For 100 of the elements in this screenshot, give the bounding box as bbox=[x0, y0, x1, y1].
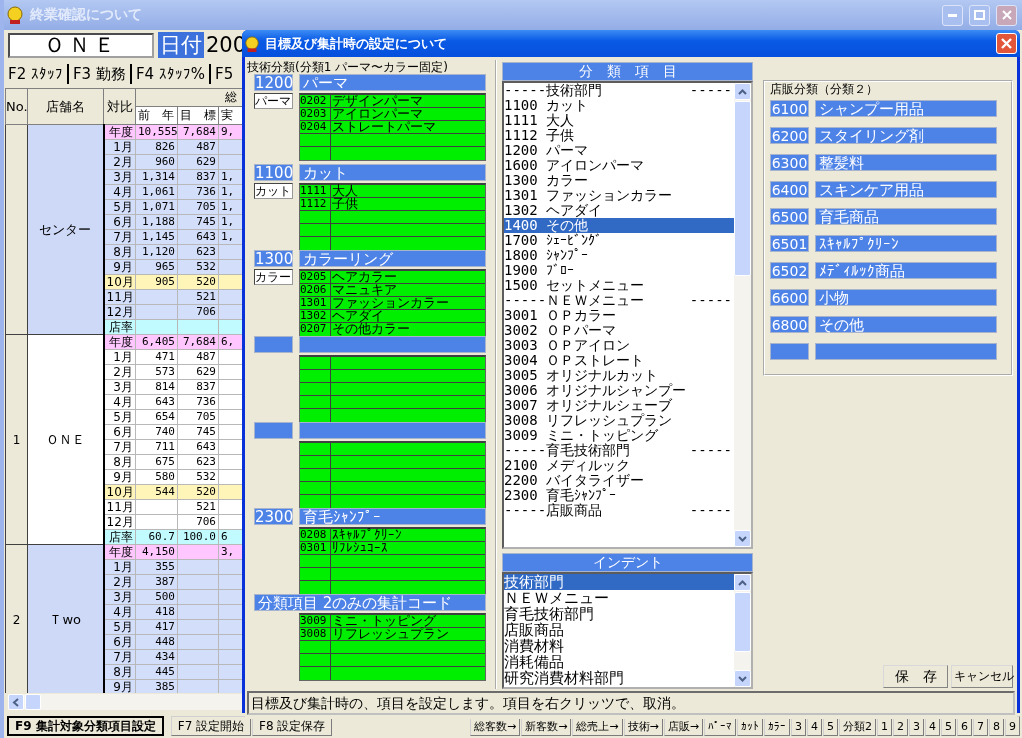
scroll-thumb[interactable] bbox=[734, 592, 751, 652]
list-item[interactable]: 1301 ファッションカラー bbox=[504, 188, 673, 203]
retail-code-field[interactable]: 6800 bbox=[770, 316, 809, 333]
window-title: 終業確認について bbox=[30, 6, 142, 24]
item-grid[interactable]: 0205 ヘアカラー 0206 マニュキア 1301 ファッションカラー 1302 ヘアダイ 0207 その他カラー bbox=[299, 269, 486, 337]
list-item[interactable]: 3009 ミニ・トッピング bbox=[504, 428, 659, 443]
indent-listbox[interactable]: 技術部門 ＮＥＷメニュー 育毛技術部門 店販商品 消費材料 消耗備品 研究消費材料部門 bbox=[502, 572, 753, 689]
retail-name-field[interactable]: シャンプー用品 bbox=[815, 100, 997, 117]
retail-name-field[interactable]: ｽｷｬﾙﾌﾟｸﾘｰﾝ bbox=[815, 235, 997, 252]
category-name-field[interactable]: カラーリング bbox=[299, 250, 486, 267]
list-item[interactable]: 3007 オリジナルシェーブ bbox=[504, 398, 673, 413]
close-button[interactable] bbox=[996, 4, 1017, 26]
list-item[interactable]: 店販商品 bbox=[504, 622, 564, 638]
function-button[interactable]: F7 設定開始 bbox=[170, 716, 252, 736]
retail-code-field[interactable]: 6501 bbox=[770, 235, 809, 252]
list-item[interactable]: 3005 オリジナルカット bbox=[504, 368, 659, 383]
item-code: 1112 bbox=[300, 198, 331, 210]
item-grid[interactable] bbox=[299, 355, 486, 423]
list-item[interactable]: 1700 ｼｪｰﾋﾞﾝｸﾞ bbox=[504, 233, 603, 248]
retail-code-field[interactable]: 6200 bbox=[770, 127, 809, 144]
item-name: マニュキア bbox=[331, 284, 397, 296]
category-name-field[interactable]: パーマ bbox=[299, 74, 486, 91]
retail-name-field[interactable]: スキンケア用品 bbox=[815, 181, 997, 198]
category-code-field[interactable] bbox=[254, 422, 293, 439]
panel-label: 技術分類(分類1 パーマ〜カラー固定) bbox=[247, 60, 449, 74]
list-item[interactable]: 研究消費材料部門 bbox=[504, 670, 624, 686]
item-grid[interactable]: 1111 大人 1112 子供 bbox=[299, 183, 486, 251]
list-item[interactable]: 1111 大人 bbox=[504, 113, 575, 128]
retail-code-field[interactable]: 6400 bbox=[770, 181, 809, 198]
list-item[interactable]: 1600 アイロンパーマ bbox=[504, 158, 645, 173]
list-item[interactable]: ＮＥＷメニュー bbox=[504, 590, 609, 606]
list-item[interactable]: 1302 ヘアダイ bbox=[504, 203, 603, 218]
list-item[interactable]: 3008 リフレッシュプラン bbox=[504, 413, 673, 428]
function-tab[interactable]: F5 bbox=[209, 64, 238, 84]
list-item[interactable]: 消費材料 bbox=[504, 638, 564, 654]
list-item[interactable]: 1500 セットメニュー bbox=[504, 278, 645, 293]
list-item[interactable]: 1112 子供 bbox=[504, 128, 575, 143]
list-item[interactable]: 2100 メディルック bbox=[504, 458, 631, 473]
category-code-field[interactable]: 1200 bbox=[254, 74, 293, 91]
retail-name-field[interactable]: ﾒﾃﾞｨﾙｯｸ商品 bbox=[815, 262, 997, 279]
list-item[interactable]: 1800 ｼｬﾝﾌﾟｰ bbox=[504, 248, 589, 263]
category-code-field[interactable] bbox=[254, 336, 293, 353]
retail-name-field[interactable]: 整髪料 bbox=[815, 154, 997, 171]
category-code-field[interactable]: 1100 bbox=[254, 164, 293, 181]
retail-name-field[interactable]: スタイリング剤 bbox=[815, 127, 997, 144]
retail-name-field[interactable] bbox=[815, 343, 997, 360]
store-field[interactable]: ＯＮＥ bbox=[8, 32, 154, 58]
list-item[interactable]: 消耗備品 bbox=[504, 654, 564, 670]
list-item[interactable]: 1300 カラー bbox=[504, 173, 589, 188]
list-item[interactable]: 2300 育毛ｼｬﾝﾌﾟｰ bbox=[504, 488, 617, 503]
item-name: ﾘﾌﾚｼｭｺｰｽ bbox=[331, 542, 388, 554]
retail-code-field[interactable]: 6600 bbox=[770, 289, 809, 306]
list-item[interactable]: 育毛技術部門 bbox=[504, 606, 594, 622]
category-name-field[interactable]: カット bbox=[299, 164, 486, 181]
row-number: 2 bbox=[5, 544, 28, 693]
dialog-button[interactable]: 保 存 bbox=[883, 665, 948, 688]
item-grid[interactable]: 3009 ミニ・トッピング 3008 リフレッシュプラン bbox=[299, 613, 486, 681]
scroll-thumb[interactable] bbox=[734, 101, 751, 276]
list-item[interactable]: 3006 オリジナルシャンプー bbox=[504, 383, 687, 398]
vertical-scrollbar[interactable] bbox=[734, 83, 751, 547]
list-item[interactable]: 3004 ＯＰストレート bbox=[504, 353, 645, 368]
list-item[interactable]: 3001 ＯＰカラー bbox=[504, 308, 617, 323]
list-item[interactable]: 1100 カット bbox=[504, 98, 589, 113]
retail-name-field[interactable]: その他 bbox=[815, 316, 997, 333]
item-code: 1111 bbox=[300, 185, 331, 197]
item-grid[interactable]: 0202 デザインパーマ 0203 アイロンパーマ 0204 ストレートパーマ bbox=[299, 93, 486, 161]
dialog-button[interactable]: キャンセル bbox=[951, 665, 1013, 688]
dialog-title: 目標及び集計時の設定について bbox=[265, 34, 447, 53]
category-code-field[interactable]: 2300 bbox=[254, 508, 293, 525]
retail-code-field[interactable] bbox=[770, 343, 809, 360]
horizontal-scrollbar[interactable] bbox=[8, 694, 244, 710]
category-code-field[interactable]: 1300 bbox=[254, 250, 293, 267]
list-item[interactable]: 3002 ＯＰパーマ bbox=[504, 323, 617, 338]
retail-code-field[interactable]: 6100 bbox=[770, 100, 809, 117]
retail-name-field[interactable]: 小物 bbox=[815, 289, 997, 306]
item-grid[interactable]: 0208 ｽｷｬﾙﾌﾟｸﾘｰﾝ 0301 ﾘﾌﾚｼｭｺｰｽ bbox=[299, 527, 486, 595]
retail-code-field[interactable]: 6502 bbox=[770, 262, 809, 279]
category-name-field[interactable] bbox=[299, 336, 486, 353]
category-listbox[interactable] bbox=[502, 81, 753, 549]
function-tab[interactable]: F3 勤務 bbox=[66, 64, 130, 84]
category-name-field[interactable] bbox=[299, 422, 486, 439]
list-item[interactable]: 2200 バイタライザー bbox=[504, 473, 645, 488]
retail-code-field[interactable]: 6500 bbox=[770, 208, 809, 225]
retail-name-field[interactable]: 育毛商品 bbox=[815, 208, 997, 225]
scroll-thumb[interactable] bbox=[25, 694, 41, 710]
list-header: インデント bbox=[502, 553, 753, 572]
vertical-scrollbar[interactable] bbox=[734, 574, 751, 687]
list-item[interactable]: 1200 パーマ bbox=[504, 143, 589, 158]
column-header: No. bbox=[5, 88, 28, 125]
function-tab[interactable]: F2 ｽﾀｯﾌ bbox=[8, 64, 67, 84]
category-name-field[interactable]: 育毛ｼｬﾝﾌﾟｰ bbox=[299, 508, 486, 525]
item-name: その他カラー bbox=[331, 323, 410, 336]
item-grid[interactable] bbox=[299, 441, 486, 509]
minimize-button[interactable] bbox=[942, 4, 963, 26]
list-item[interactable]: 1900 ﾌﾞﾛｰ bbox=[504, 263, 575, 278]
maximize-button[interactable] bbox=[969, 4, 990, 26]
retail-code-field[interactable]: 6300 bbox=[770, 154, 809, 171]
function-button[interactable]: F9 集計対象分類項目設定 bbox=[7, 716, 164, 736]
list-item[interactable]: 3003 ＯＰアイロン bbox=[504, 338, 631, 353]
function-tab[interactable]: F4 ｽﾀｯﾌ% bbox=[129, 64, 210, 84]
